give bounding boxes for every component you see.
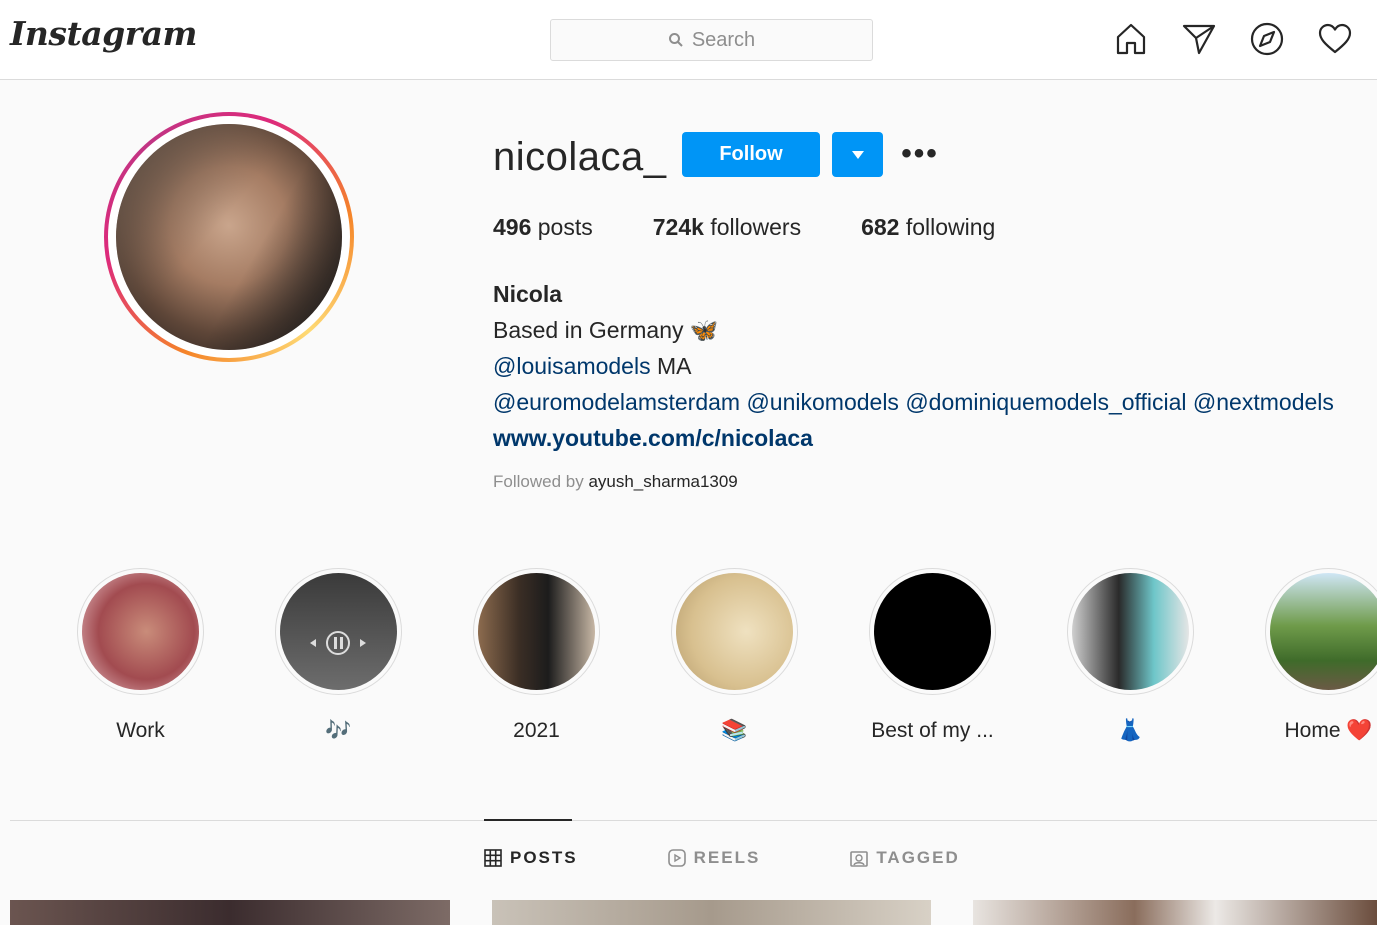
highlight-cover xyxy=(874,573,991,690)
more-options-button[interactable]: ••• xyxy=(901,137,938,170)
followed-by[interactable]: Followed by ayush_sharma1309 xyxy=(493,472,738,492)
followed-by-user: ayush_sharma1309 xyxy=(588,472,738,491)
highlight-cover xyxy=(82,573,199,690)
bio-agency-suffix: MA xyxy=(650,353,692,379)
highlight-cover xyxy=(280,573,397,690)
website-link[interactable]: www.youtube.com/c/nicolaca xyxy=(493,420,1334,456)
highlight-label: Work xyxy=(116,719,165,742)
mention-link[interactable]: @unikomodels xyxy=(746,389,898,415)
profile-username: nicolaca_ xyxy=(493,135,667,179)
highlight-cover xyxy=(1270,573,1377,690)
highlight-cover xyxy=(1072,573,1189,690)
posts-stat: 496 posts xyxy=(493,214,593,241)
explore-icon[interactable] xyxy=(1248,20,1286,58)
highlight-item[interactable]: 🎶 xyxy=(275,568,402,743)
nav-icons xyxy=(1112,20,1354,58)
profile-avatar[interactable] xyxy=(104,112,354,362)
highlight-label: Home ❤️ xyxy=(1284,719,1373,742)
mention-link[interactable]: @dominiquemodels_official xyxy=(905,389,1186,415)
followers-stat[interactable]: 724k followers xyxy=(653,214,801,241)
suggested-dropdown-button[interactable] xyxy=(832,132,883,177)
post-thumbnail[interactable] xyxy=(492,900,931,925)
top-nav-bar: Instagram Search xyxy=(0,0,1377,80)
bio-line: Based in Germany 🦋 xyxy=(493,317,719,343)
posts-count: 496 xyxy=(493,214,532,240)
grid-icon xyxy=(484,849,502,867)
tab-posts[interactable]: POSTS xyxy=(484,848,578,868)
highlight-label: 🎶 xyxy=(325,719,352,742)
highlight-label: 📚 xyxy=(721,719,748,742)
highlight-item[interactable]: Best of my ... xyxy=(869,568,996,743)
instagram-logo[interactable]: Instagram xyxy=(10,14,197,53)
avatar-photo xyxy=(116,124,342,350)
following-label: following xyxy=(905,214,996,240)
following-count: 682 xyxy=(861,214,900,240)
post-thumbnail[interactable] xyxy=(973,900,1377,925)
post-thumbnail[interactable] xyxy=(10,900,450,925)
highlight-item[interactable]: 📚 xyxy=(671,568,798,743)
following-stat[interactable]: 682 following xyxy=(861,214,995,241)
bio-mentions-line: @euromodelamsterdam @unikomodels @domini… xyxy=(493,384,1334,420)
tab-label: POSTS xyxy=(510,848,578,867)
profile-tabs: POSTS REELS TAGGED xyxy=(484,848,960,868)
mention-link[interactable]: @nextmodels xyxy=(1193,389,1334,415)
highlight-item[interactable]: Work xyxy=(77,568,204,743)
highlight-cover xyxy=(478,573,595,690)
profile-full-name: Nicola xyxy=(493,281,563,307)
followers-label: followers xyxy=(710,214,802,240)
mention-link[interactable]: @louisamodels xyxy=(493,353,651,379)
follow-button[interactable]: Follow xyxy=(682,132,820,177)
active-tab-indicator xyxy=(484,819,572,821)
search-placeholder: Search xyxy=(691,28,756,51)
chevron-down-icon xyxy=(851,150,864,159)
bio-agency-line: @louisamodels MA xyxy=(493,348,1334,384)
highlight-item[interactable]: Home ❤️ xyxy=(1265,568,1377,743)
home-icon[interactable] xyxy=(1112,20,1150,58)
tabs-divider xyxy=(10,820,1377,821)
highlight-label: 👗 xyxy=(1117,719,1144,742)
search-icon xyxy=(668,33,683,47)
activity-heart-icon[interactable] xyxy=(1316,20,1354,58)
profile-stats: 496 posts 724k followers 682 following xyxy=(493,214,995,241)
tab-label: TAGGED xyxy=(876,848,960,867)
tab-label: REELS xyxy=(693,848,761,867)
reels-icon xyxy=(667,849,686,867)
tab-tagged[interactable]: TAGGED xyxy=(850,848,959,868)
followed-by-prefix: Followed by xyxy=(493,472,589,491)
tab-reels[interactable]: REELS xyxy=(667,848,761,868)
posts-label: posts xyxy=(537,214,593,240)
mention-link[interactable]: @euromodelamsterdam xyxy=(493,389,740,415)
highlight-label: Best of my ... xyxy=(871,719,994,742)
direct-icon[interactable] xyxy=(1180,20,1218,58)
story-highlights: Work 🎶 2021 📚 Best of my ... 👗 Home ❤️ xyxy=(77,568,1377,748)
tagged-icon xyxy=(850,851,869,867)
profile-bio: Nicola Based in Germany 🦋 @louisamodels … xyxy=(493,276,1334,456)
search-box[interactable]: Search xyxy=(550,19,873,61)
highlight-label: 2021 xyxy=(513,719,560,742)
followers-count: 724k xyxy=(652,214,704,240)
highlight-cover xyxy=(676,573,793,690)
highlight-item[interactable]: 👗 xyxy=(1067,568,1194,743)
highlight-item[interactable]: 2021 xyxy=(473,568,600,743)
